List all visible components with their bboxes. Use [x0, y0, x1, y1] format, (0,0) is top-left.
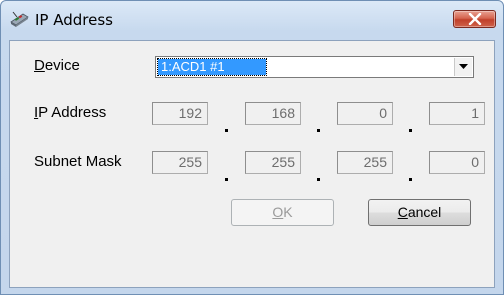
octet-separator — [317, 178, 320, 181]
ip-octet-2[interactable]: 168 — [245, 102, 301, 125]
subnet-octet-4[interactable]: 0 — [429, 151, 485, 174]
ip-address-dialog: IP Address Device 1:ACD1 #1 IP Address 1… — [0, 0, 504, 295]
window-title: IP Address — [35, 11, 113, 29]
dialog-body: Device 1:ACD1 #1 IP Address 192 168 0 1 … — [9, 40, 495, 288]
device-dropdown[interactable]: 1:ACD1 #1 — [155, 56, 474, 78]
close-button[interactable] — [453, 10, 496, 28]
octet-separator — [409, 129, 412, 132]
chevron-down-icon — [459, 64, 468, 69]
ip-octet-3[interactable]: 0 — [337, 102, 393, 125]
network-card-icon — [9, 9, 29, 29]
octet-separator — [409, 178, 412, 181]
ip-address-label: IP Address — [34, 104, 107, 121]
subnet-octet-3[interactable]: 255 — [337, 151, 393, 174]
subnet-mask-label: Subnet Mask — [34, 153, 122, 170]
device-label: Device — [34, 57, 80, 74]
ip-octet-1[interactable]: 192 — [152, 102, 208, 125]
subnet-octet-2[interactable]: 255 — [245, 151, 301, 174]
dropdown-arrow-button[interactable] — [454, 58, 472, 76]
octet-separator — [317, 129, 320, 132]
ok-button[interactable]: OK — [231, 199, 334, 226]
octet-separator — [225, 178, 228, 181]
close-icon — [468, 13, 482, 25]
title-bar[interactable]: IP Address — [1, 1, 503, 41]
device-selected-value: 1:ACD1 #1 — [157, 58, 267, 76]
ip-octet-4[interactable]: 1 — [429, 102, 485, 125]
subnet-octet-1[interactable]: 255 — [152, 151, 208, 174]
cancel-button[interactable]: Cancel — [368, 199, 471, 226]
octet-separator — [225, 129, 228, 132]
